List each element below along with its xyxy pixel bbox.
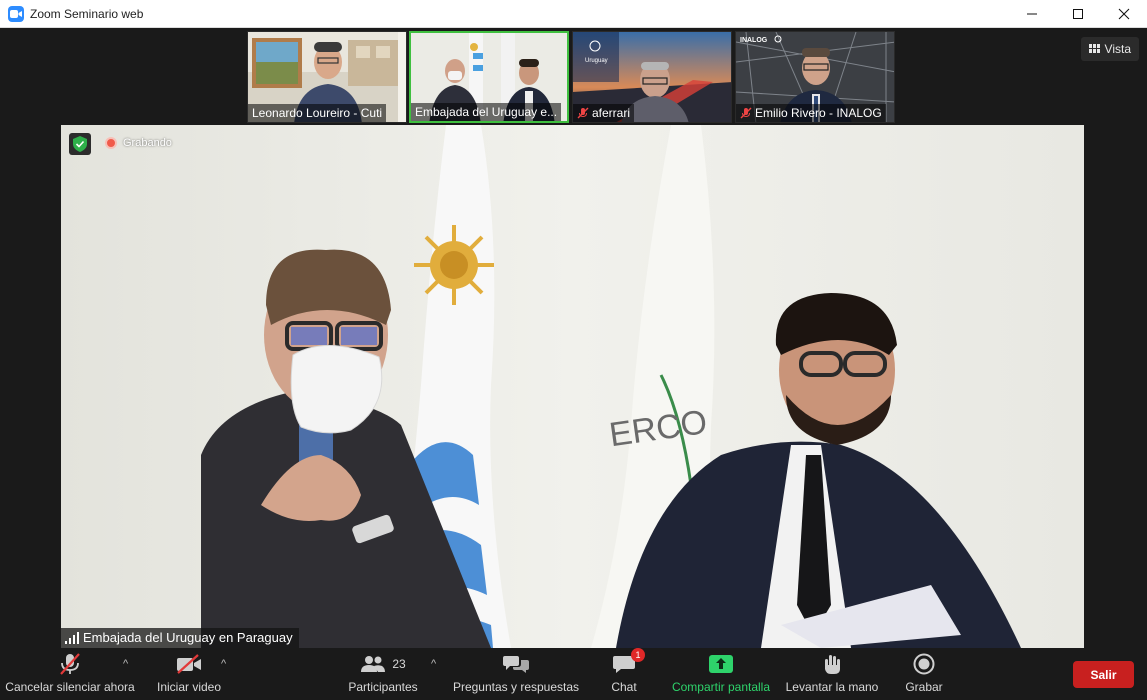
inalog-logo-text: INALOG <box>740 37 768 44</box>
qa-label: Preguntas y respuestas <box>452 680 580 694</box>
start-video-label: Iniciar video <box>156 680 222 694</box>
participant-thumbnail[interactable]: Leonardo Loureiro - Cuti <box>247 31 407 123</box>
close-button[interactable] <box>1101 0 1147 28</box>
record-label: Grabar <box>905 680 943 694</box>
qa-button[interactable]: Preguntas y respuestas <box>452 650 580 700</box>
participant-name: Embajada del Uruguay e... <box>415 105 558 119</box>
chat-button[interactable]: 1 Chat <box>604 648 645 700</box>
video-options-chevron-icon[interactable]: ^ <box>221 658 226 670</box>
record-icon <box>913 653 935 675</box>
main-speaker-name-label: Embajada del Uruguay en Paraguay <box>61 628 299 648</box>
maximize-button[interactable] <box>1055 0 1101 28</box>
zoom-icon <box>8 5 24 22</box>
participant-name: Emilio Rivero - INALOG <box>755 106 882 120</box>
raise-hand-label: Levantar la mano <box>785 680 879 694</box>
main-speaker-name: Embajada del Uruguay en Paraguay <box>83 630 293 645</box>
meeting-stage: Leonardo Loureiro - Cuti Embajada del Ur… <box>0 28 1147 650</box>
speaker-video-frame: ERCO <box>61 125 1084 648</box>
close-icon <box>1118 8 1130 20</box>
meeting-toolbar: Cancelar silenciar ahora ^ Iniciar video… <box>0 648 1147 700</box>
chat-icon-wrap: 1 <box>613 648 645 678</box>
mute-button-icon-wrap <box>59 650 81 678</box>
participants-button[interactable]: 23 Participantes <box>343 650 423 700</box>
qa-icon <box>503 656 529 673</box>
participant-thumbnail[interactable]: Uruguay aferrari <box>572 31 732 123</box>
mute-button[interactable]: Cancelar silenciar ahora <box>5 650 135 700</box>
participant-name-label: Leonardo Loureiro - Cuti <box>248 104 387 122</box>
maximize-icon <box>1073 9 1083 19</box>
participant-name-label: Emilio Rivero - INALOG <box>736 104 886 122</box>
participant-thumbnail[interactable]: INALOG Emilio Rivero - INALOG <box>735 31 895 123</box>
window-title: Zoom Seminario web <box>30 6 144 21</box>
microphone-muted-icon <box>60 653 80 675</box>
participant-name: Leonardo Loureiro - Cuti <box>252 106 383 120</box>
record-icon-wrap <box>913 650 935 678</box>
participants-icon-wrap: 23 <box>360 650 406 678</box>
share-screen-button[interactable]: Compartir pantalla <box>670 650 772 700</box>
chat-label: Chat <box>611 680 637 694</box>
share-screen-label: Compartir pantalla <box>671 680 771 694</box>
share-screen-icon <box>709 655 733 673</box>
view-button[interactable]: Vista <box>1080 37 1139 61</box>
participant-name-label: aferrari <box>573 104 635 122</box>
video-button-icon-wrap <box>176 650 202 678</box>
chat-unread-badge: 1 <box>631 648 645 662</box>
qa-icon-wrap <box>503 650 529 678</box>
hand-icon-wrap <box>822 650 842 678</box>
record-button[interactable]: Grabar <box>901 650 947 700</box>
exit-button[interactable]: Salir <box>1073 661 1134 688</box>
mute-button-label: Cancelar silenciar ahora <box>5 680 135 694</box>
view-button-label: Vista <box>1104 42 1131 56</box>
grid-icon <box>1088 44 1100 53</box>
share-icon-wrap <box>709 650 733 678</box>
minimize-icon <box>1027 13 1037 15</box>
security-badge[interactable] <box>69 133 91 155</box>
participants-options-chevron-icon[interactable]: ^ <box>431 658 436 670</box>
video-off-icon <box>177 654 201 674</box>
raise-hand-button[interactable]: Levantar la mano <box>784 650 880 700</box>
main-speaker-video[interactable]: ERCO Grabando Embajada del Uruguay en Pa… <box>61 125 1084 648</box>
window-titlebar: Zoom Seminario web <box>0 0 1147 28</box>
hand-icon <box>825 655 840 674</box>
audio-options-chevron-icon[interactable]: ^ <box>123 658 128 670</box>
uruguay-logo-text: Uruguay <box>585 58 608 64</box>
microphone-muted-icon <box>577 107 589 119</box>
shield-check-icon <box>73 136 87 152</box>
recording-label: Grabando <box>123 137 172 149</box>
microphone-muted-icon <box>740 107 752 119</box>
participant-name-label: Embajada del Uruguay e... <box>411 103 562 121</box>
recording-indicator: Grabando <box>105 137 172 149</box>
recording-dot-icon <box>105 137 117 149</box>
signal-strength-icon <box>65 632 79 644</box>
participants-label: Participantes <box>348 680 418 694</box>
participant-name: aferrari <box>592 106 631 120</box>
participant-count: 23 <box>392 657 406 671</box>
participants-icon <box>361 656 386 672</box>
start-video-button[interactable]: Iniciar video <box>150 650 228 700</box>
minimize-button[interactable] <box>1009 0 1055 28</box>
participant-thumbnail-active[interactable]: Embajada del Uruguay e... <box>409 31 569 123</box>
